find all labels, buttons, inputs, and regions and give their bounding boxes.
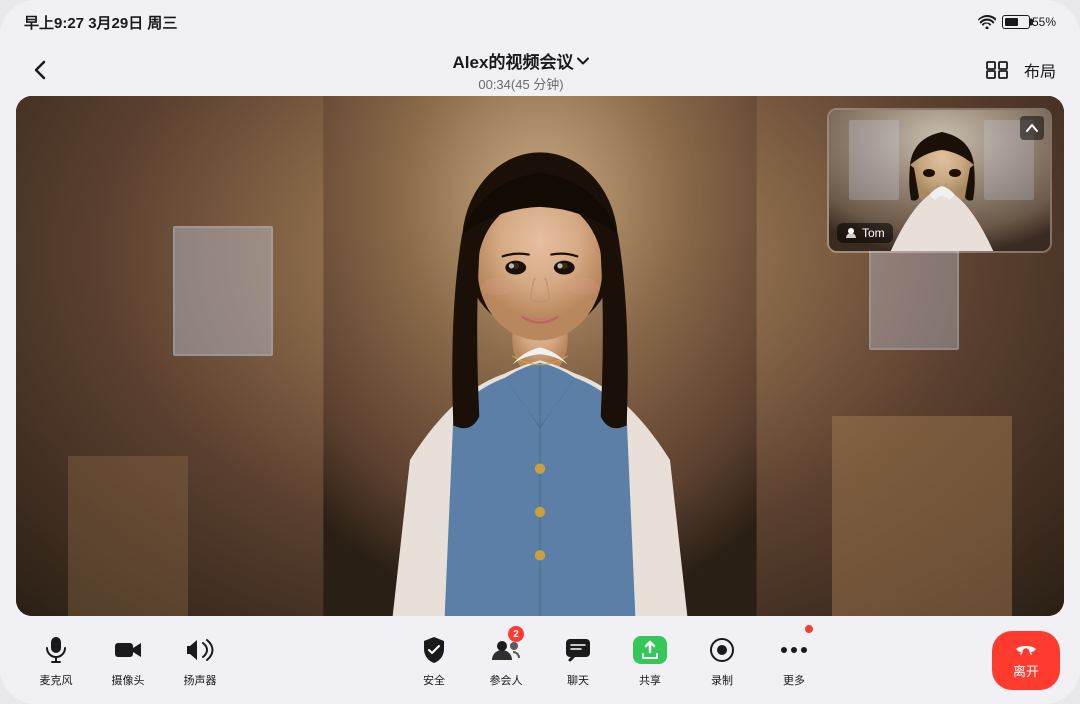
record-label: 录制 — [711, 672, 733, 688]
share-label: 共享 — [639, 672, 661, 688]
battery-level: 55% — [1032, 15, 1056, 29]
toolbar-left-group: 麦克风 摄像头 — [20, 632, 236, 688]
meeting-title[interactable]: Alex的视频会议 — [56, 48, 986, 73]
mic-icon — [38, 632, 74, 668]
nav-title: Alex的视频会议 00:34(45 分钟) — [56, 48, 986, 93]
participant-name: Tom — [862, 226, 885, 240]
more-label: 更多 — [783, 672, 805, 688]
chat-icon — [560, 632, 596, 668]
participants-icon: 2 — [488, 632, 524, 668]
security-label: 安全 — [423, 672, 445, 688]
chat-button[interactable]: 聊天 — [542, 632, 614, 688]
bg-window-left — [173, 226, 273, 356]
more-icon — [776, 632, 812, 668]
record-button[interactable]: 录制 — [686, 632, 758, 688]
share-icon — [632, 632, 668, 668]
camera-icon — [110, 632, 146, 668]
device-frame: 早上9:27 3月29日 周三 55% Alex的视频会 — [0, 0, 1080, 704]
dropdown-icon — [577, 50, 589, 70]
mic-button[interactable]: 麦克风 — [20, 632, 92, 688]
speaker-icon — [182, 632, 218, 668]
more-badge — [804, 624, 814, 634]
speaker-button[interactable]: 扬声器 — [164, 632, 236, 688]
toolbar-center-group: 安全 2 参会人 — [398, 632, 830, 688]
meeting-duration: 00:34(45 分钟) — [56, 74, 986, 93]
security-icon — [416, 632, 452, 668]
nav-bar: Alex的视频会议 00:34(45 分钟) 布局 — [0, 44, 1080, 96]
chat-label: 聊天 — [567, 672, 589, 688]
participant-icon — [845, 227, 857, 239]
speaker-label: 扬声器 — [184, 672, 217, 688]
camera-label: 摄像头 — [112, 672, 145, 688]
bg-box-right — [832, 416, 1012, 616]
leave-label: 离开 — [1013, 661, 1039, 680]
participants-label: 参会人 — [490, 672, 523, 688]
video-area: Tom — [16, 96, 1064, 616]
mic-label: 麦克风 — [40, 672, 73, 688]
share-button[interactable]: 共享 — [614, 632, 686, 688]
bg-box-left — [68, 456, 188, 616]
participant-name-label: Tom — [837, 223, 893, 243]
toolbar: 麦克风 摄像头 — [0, 616, 1080, 704]
wifi-icon — [978, 15, 996, 29]
more-button[interactable]: 更多 — [758, 632, 830, 688]
participants-badge: 2 — [508, 626, 524, 642]
camera-button[interactable]: 摄像头 — [92, 632, 164, 688]
leave-button[interactable]: 离开 — [992, 631, 1060, 690]
back-button[interactable] — [24, 54, 56, 86]
status-icons: 55% — [978, 15, 1056, 29]
battery-icon: 55% — [1002, 15, 1056, 29]
collapse-thumbnail-button[interactable] — [1020, 116, 1044, 140]
grid-view-icon[interactable] — [986, 61, 1008, 79]
phone-down-icon — [1014, 641, 1038, 659]
record-icon — [704, 632, 740, 668]
participants-button[interactable]: 2 参会人 — [470, 632, 542, 688]
main-participant-video — [290, 96, 790, 616]
layout-label[interactable]: 布局 — [1024, 58, 1056, 82]
security-button[interactable]: 安全 — [398, 632, 470, 688]
nav-right-controls: 布局 — [986, 58, 1056, 82]
thumbnail-video: Tom — [827, 108, 1052, 253]
status-time: 早上9:27 3月29日 周三 — [24, 12, 177, 33]
status-bar: 早上9:27 3月29日 周三 55% — [0, 0, 1080, 44]
